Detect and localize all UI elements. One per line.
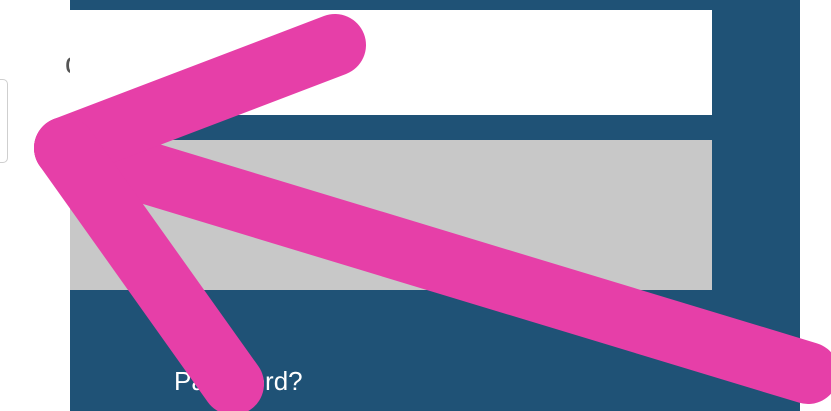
- username-field[interactable]: [70, 10, 712, 115]
- login-panel: Password?: [70, 0, 800, 411]
- partial-input-edge[interactable]: [0, 79, 8, 163]
- forgot-password-link[interactable]: Password?: [174, 366, 303, 397]
- password-field[interactable]: [70, 140, 712, 290]
